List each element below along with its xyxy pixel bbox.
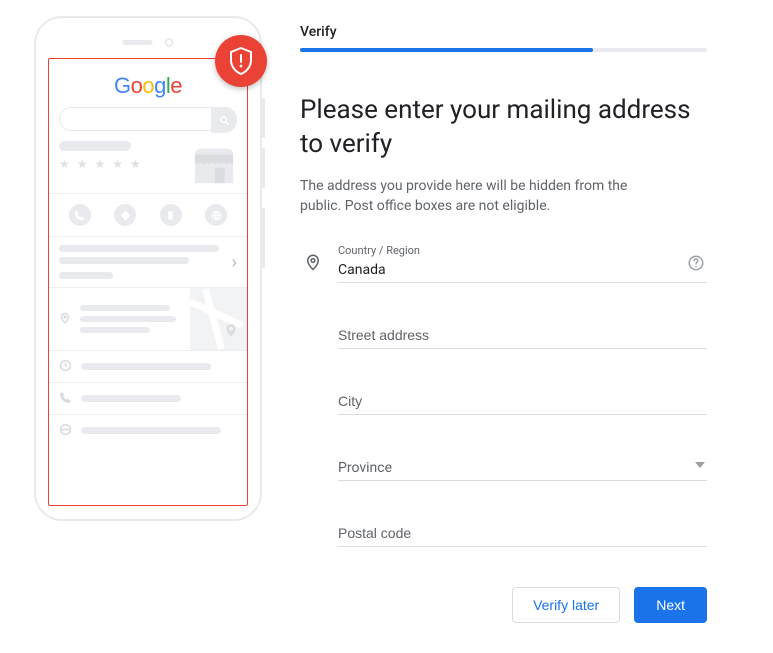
postal-code-field[interactable] bbox=[338, 519, 707, 547]
phone-outline: Google ★ ★ ★ ★ ★ bbox=[34, 16, 262, 521]
globe-icon bbox=[59, 421, 73, 440]
city-field[interactable] bbox=[338, 387, 707, 415]
call-icon bbox=[69, 204, 91, 226]
country-label: Country / Region bbox=[338, 244, 707, 257]
street-address-field[interactable] bbox=[338, 321, 707, 349]
country-region-field[interactable]: Country / Region Canada bbox=[338, 240, 707, 283]
phone-icon bbox=[59, 389, 73, 408]
map-thumbnail bbox=[190, 288, 247, 350]
rating-stars: ★ ★ ★ ★ ★ bbox=[59, 157, 191, 171]
website-icon bbox=[205, 204, 227, 226]
save-icon bbox=[160, 204, 182, 226]
illustration-panel: Google ★ ★ ★ ★ ★ bbox=[0, 0, 300, 653]
street-address-input[interactable] bbox=[338, 327, 707, 343]
page-subtext: The address you provide here will be hid… bbox=[300, 176, 640, 217]
location-pin-icon bbox=[304, 251, 322, 273]
chevron-right-icon: › bbox=[232, 252, 237, 273]
pin-icon bbox=[59, 310, 72, 329]
city-input[interactable] bbox=[338, 393, 707, 409]
phone-screen: Google ★ ★ ★ ★ ★ bbox=[48, 58, 248, 506]
clock-icon bbox=[59, 357, 73, 376]
next-button[interactable]: Next bbox=[634, 587, 707, 623]
directions-icon bbox=[114, 204, 136, 226]
help-icon[interactable] bbox=[687, 254, 705, 276]
search-bar bbox=[59, 107, 237, 131]
postal-code-input[interactable] bbox=[338, 525, 707, 541]
step-title: Verify bbox=[300, 24, 707, 44]
province-placeholder: Province bbox=[338, 460, 392, 476]
dropdown-caret-icon bbox=[695, 453, 705, 472]
province-field[interactable]: Province bbox=[338, 453, 707, 481]
verify-later-button[interactable]: Verify later bbox=[512, 587, 620, 623]
progress-bar bbox=[300, 48, 707, 52]
shield-alert-icon bbox=[215, 35, 267, 87]
storefront-icon bbox=[191, 141, 237, 187]
country-value: Canada bbox=[338, 262, 386, 278]
page-headline: Please enter your mailing address to ver… bbox=[300, 94, 707, 162]
search-icon bbox=[211, 107, 237, 133]
